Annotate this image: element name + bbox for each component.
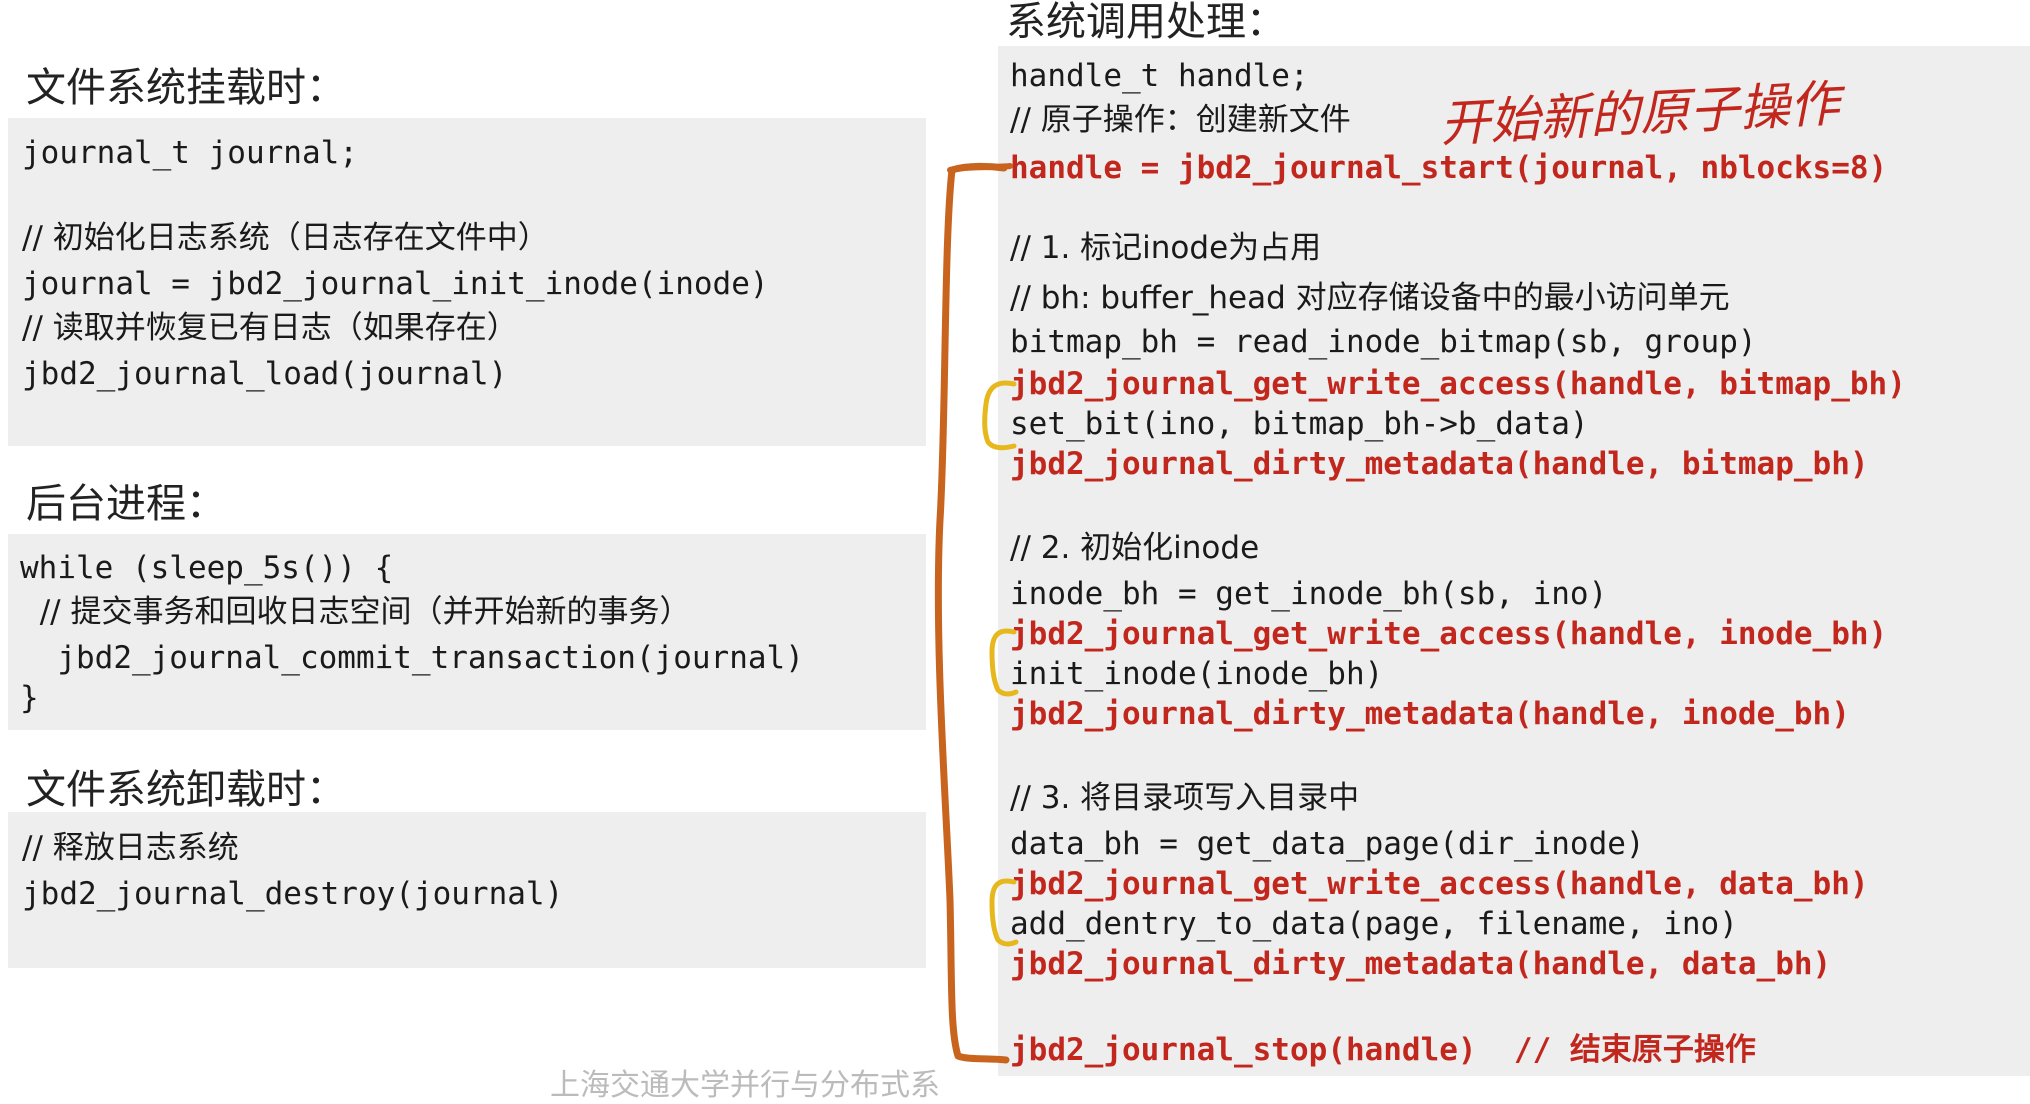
orange-bracket-top-tick-icon	[947, 163, 1013, 173]
yellow-bracket-icon	[982, 380, 1017, 451]
yellow-bracket-icon	[989, 628, 1019, 697]
handwritten-note: 开始新的原子操作	[1438, 74, 1847, 153]
yellow-bracket-icon	[989, 878, 1019, 947]
handwritten-annotations: 开始新的原子操作	[934, 74, 1848, 1064]
